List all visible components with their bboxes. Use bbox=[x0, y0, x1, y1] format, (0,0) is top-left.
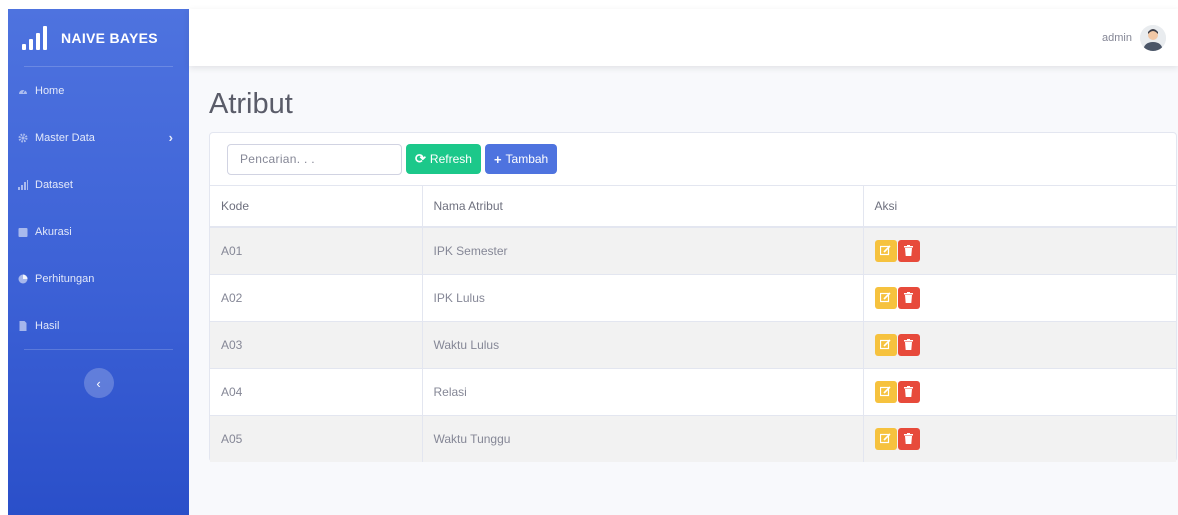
calendar-icon bbox=[18, 227, 28, 237]
brand[interactable]: NAIVE BAYES bbox=[8, 9, 189, 66]
trash-icon bbox=[904, 386, 913, 397]
cell-kode: A03 bbox=[210, 320, 422, 368]
table-header-row: Kode Nama Atribut Aksi bbox=[210, 186, 1176, 228]
topbar: admin bbox=[189, 9, 1178, 66]
add-button[interactable]: + Tambah bbox=[484, 144, 558, 174]
table-row: A01 IPK Semester bbox=[210, 226, 1176, 274]
edit-button[interactable] bbox=[874, 239, 897, 262]
tachometer-icon bbox=[18, 86, 28, 96]
trash-icon bbox=[904, 292, 913, 303]
table-row: A02 IPK Lulus bbox=[210, 273, 1176, 321]
cell-nama: IPK Semester bbox=[421, 226, 863, 274]
chevron-right-icon: › bbox=[168, 130, 173, 145]
delete-button[interactable] bbox=[897, 239, 920, 262]
cell-aksi bbox=[862, 273, 1176, 321]
cell-nama: Waktu Tunggu bbox=[421, 414, 863, 462]
cell-nama: IPK Lulus bbox=[421, 273, 863, 321]
edit-icon bbox=[880, 339, 891, 350]
edit-button[interactable] bbox=[874, 427, 897, 450]
table-row: A05 Waktu Tunggu bbox=[210, 414, 1176, 462]
main-content: Atribut ⟳ Refresh + Tambah Kode Nama Atr… bbox=[189, 66, 1178, 515]
file-icon bbox=[18, 320, 28, 331]
trash-icon bbox=[904, 339, 913, 350]
add-label: Tambah bbox=[505, 152, 549, 166]
column-header-kode[interactable]: Kode bbox=[210, 186, 422, 228]
sidebar-item-master-data[interactable]: Master Data › bbox=[8, 114, 189, 161]
sidebar-item-perhitungan[interactable]: Perhitungan bbox=[8, 255, 189, 302]
refresh-icon: ⟳ bbox=[415, 151, 426, 166]
cell-kode: A05 bbox=[210, 414, 422, 462]
sidebar-item-label: Perhitungan bbox=[35, 272, 95, 285]
cell-aksi bbox=[862, 367, 1176, 415]
edit-icon bbox=[880, 292, 891, 303]
avatar[interactable] bbox=[1140, 24, 1166, 51]
table-row: A04 Relasi bbox=[210, 367, 1176, 415]
edit-button[interactable] bbox=[874, 380, 897, 403]
pie-chart-icon bbox=[18, 274, 28, 284]
delete-button[interactable] bbox=[897, 286, 920, 309]
delete-button[interactable] bbox=[897, 380, 920, 403]
sidebar: NAIVE BAYES Home Master Data › Dataset A… bbox=[8, 9, 189, 515]
sidebar-item-label: Home bbox=[35, 84, 65, 97]
search-input[interactable] bbox=[227, 143, 402, 175]
edit-icon bbox=[880, 433, 891, 444]
toolbar: ⟳ Refresh + Tambah bbox=[210, 133, 1176, 186]
sidebar-item-label: Akurasi bbox=[35, 225, 72, 238]
bar-chart-icon bbox=[22, 25, 47, 50]
cell-aksi bbox=[862, 414, 1176, 462]
sidebar-item-hasil[interactable]: Hasil bbox=[8, 302, 189, 349]
cell-kode: A02 bbox=[210, 273, 422, 321]
bar-chart-icon bbox=[18, 179, 28, 190]
sidebar-item-label: Master Data bbox=[35, 131, 95, 144]
sidebar-item-label: Dataset bbox=[35, 178, 73, 191]
cell-nama: Waktu Lulus bbox=[421, 320, 863, 368]
user-avatar-icon bbox=[1140, 24, 1166, 51]
page-title: Atribut bbox=[209, 88, 293, 120]
attribute-table: Kode Nama Atribut Aksi A01 IPK Semester … bbox=[210, 186, 1176, 462]
trash-icon bbox=[904, 433, 913, 445]
cell-nama: Relasi bbox=[421, 367, 863, 415]
delete-button[interactable] bbox=[897, 427, 920, 450]
cell-aksi bbox=[862, 320, 1176, 368]
edit-button[interactable] bbox=[874, 286, 897, 309]
sidebar-item-home[interactable]: Home bbox=[8, 67, 189, 114]
user-name[interactable]: admin bbox=[1102, 32, 1132, 44]
gear-icon bbox=[18, 132, 28, 143]
table-row: A03 Waktu Lulus bbox=[210, 320, 1176, 368]
refresh-label: Refresh bbox=[429, 152, 472, 166]
edit-icon bbox=[880, 245, 891, 256]
plus-icon: + bbox=[493, 151, 502, 167]
column-header-nama[interactable]: Nama Atribut bbox=[421, 186, 863, 228]
sidebar-item-akurasi[interactable]: Akurasi bbox=[8, 208, 189, 255]
column-header-aksi: Aksi bbox=[862, 186, 1176, 228]
delete-button[interactable] bbox=[897, 333, 920, 356]
brand-title: NAIVE BAYES bbox=[61, 29, 158, 46]
trash-icon bbox=[904, 245, 913, 257]
sidebar-item-label: Hasil bbox=[35, 319, 60, 332]
edit-button[interactable] bbox=[874, 333, 897, 356]
sidebar-toggle-button[interactable]: ‹ bbox=[83, 368, 114, 398]
cell-kode: A04 bbox=[210, 367, 422, 415]
sidebar-item-dataset[interactable]: Dataset bbox=[8, 161, 189, 208]
cell-kode: A01 bbox=[210, 226, 422, 274]
refresh-button[interactable]: ⟳ Refresh bbox=[406, 144, 481, 174]
sidebar-toggle-wrap: ‹ bbox=[8, 350, 189, 398]
attribute-card: ⟳ Refresh + Tambah Kode Nama Atribut Aks… bbox=[209, 132, 1177, 462]
edit-icon bbox=[880, 386, 891, 397]
cell-aksi bbox=[862, 226, 1176, 274]
